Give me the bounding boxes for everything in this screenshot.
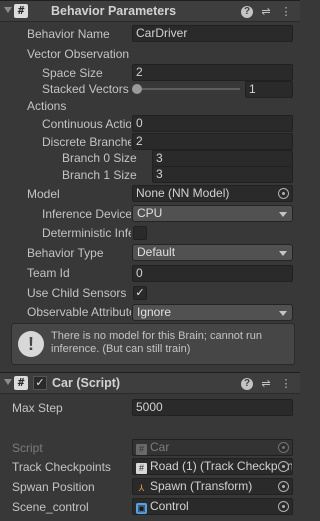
chevron-down-icon bbox=[279, 212, 287, 217]
scene-control-label: Scene_control bbox=[12, 500, 89, 514]
model-object-field[interactable]: None (NN Model) bbox=[132, 185, 293, 202]
hash-script-icon: # bbox=[14, 376, 28, 390]
continuous-actions-label: Continuous Actions bbox=[42, 117, 131, 131]
branch1-size-input[interactable]: 3 bbox=[152, 166, 293, 183]
use-child-sensors-label: Use Child Sensors bbox=[27, 286, 127, 300]
info-icon: ! bbox=[18, 331, 44, 357]
script-object-field: # Car bbox=[132, 439, 293, 456]
space-size-input[interactable]: 2 bbox=[132, 64, 293, 81]
branch1-size-label: Branch 1 Size bbox=[62, 168, 137, 182]
hash-script-icon: # bbox=[14, 4, 28, 18]
track-checkpoints-label: Track Checkpoints bbox=[12, 460, 111, 474]
deterministic-inference-checkbox[interactable] bbox=[133, 226, 147, 240]
behavior-name-label: Behavior Name bbox=[27, 27, 110, 41]
inference-device-dropdown[interactable]: CPU bbox=[132, 205, 293, 222]
model-label: Model bbox=[27, 187, 60, 201]
script-label: Script bbox=[12, 441, 43, 455]
component-title: Behavior Parameters bbox=[51, 4, 177, 18]
stacked-vectors-slider-thumb[interactable] bbox=[132, 84, 142, 94]
scene-control-object-field[interactable]: ▣ Control bbox=[132, 498, 293, 515]
behavior-type-dropdown[interactable]: Default bbox=[132, 244, 293, 261]
help-message: There is no model for this Brain; cannot… bbox=[51, 330, 262, 355]
help-icon[interactable]: ? bbox=[241, 378, 253, 390]
spawn-position-value: Spawn (Transform) bbox=[150, 479, 253, 493]
observable-attribute-value: Ignore bbox=[137, 305, 172, 319]
stacked-vectors-input[interactable]: 1 bbox=[245, 81, 293, 98]
discrete-branches-input[interactable]: 2 bbox=[132, 133, 293, 150]
kebab-menu-icon[interactable]: ⋮ bbox=[279, 377, 293, 391]
object-picker-icon[interactable] bbox=[278, 501, 289, 512]
object-picker-icon[interactable] bbox=[278, 188, 289, 199]
behavior-type-label: Behavior Type bbox=[27, 246, 104, 260]
foldout-arrow-icon[interactable] bbox=[4, 7, 12, 13]
observable-attribute-label: Observable Attribute Handling bbox=[27, 305, 131, 319]
object-picker-icon bbox=[278, 442, 289, 453]
inference-device-label: Inference Device bbox=[42, 207, 131, 221]
object-picker-icon[interactable] bbox=[278, 481, 289, 492]
spawn-position-object-field[interactable]: ⅄ Spawn (Transform) bbox=[132, 478, 293, 495]
gameobject-cube-icon: ▣ bbox=[136, 503, 147, 514]
help-icon[interactable]: ? bbox=[241, 6, 253, 18]
component-enabled-toggle[interactable]: ✓ bbox=[33, 376, 47, 390]
track-checkpoints-value: Road (1) (Track Checkpoints) bbox=[150, 459, 293, 473]
max-step-input[interactable]: 5000 bbox=[132, 399, 293, 416]
behavior-parameters-header[interactable]: # Behavior Parameters ? ⇌ ⋮ bbox=[0, 0, 300, 22]
foldout-arrow-icon[interactable] bbox=[4, 379, 12, 385]
track-checkpoints-object-field[interactable]: # Road (1) (Track Checkpoints) bbox=[132, 458, 293, 475]
actions-label: Actions bbox=[27, 99, 67, 113]
team-id-input[interactable]: 0 bbox=[132, 265, 293, 282]
scene-control-value: Control bbox=[150, 499, 189, 513]
behavior-name-input[interactable]: CarDriver bbox=[132, 25, 293, 42]
stacked-vectors-slider-track[interactable] bbox=[137, 88, 240, 90]
deterministic-inference-label: Deterministic Inference bbox=[42, 226, 131, 240]
script-value: Car bbox=[150, 440, 170, 454]
behavior-type-value: Default bbox=[137, 245, 176, 259]
chevron-down-icon bbox=[279, 251, 287, 256]
continuous-actions-input[interactable]: 0 bbox=[132, 115, 293, 132]
spawn-position-label: Spwan Position bbox=[12, 480, 95, 494]
component-title: Car (Script) bbox=[52, 376, 121, 390]
model-value: None (NN Model) bbox=[136, 186, 230, 200]
sliders-icon[interactable]: ⇌ bbox=[259, 5, 273, 19]
object-picker-icon[interactable] bbox=[278, 461, 289, 472]
inference-device-value: CPU bbox=[137, 206, 163, 220]
script-file-icon: # bbox=[136, 463, 147, 474]
script-file-icon: # bbox=[136, 444, 147, 455]
car-script-header[interactable]: # ✓ Car (Script) ? ⇌ ⋮ bbox=[0, 372, 300, 394]
kebab-menu-icon[interactable]: ⋮ bbox=[279, 5, 293, 19]
transform-axes-icon: ⅄ bbox=[138, 483, 145, 493]
model-warning-helpbox: ! There is no model for this Brain; cann… bbox=[11, 323, 295, 365]
observable-attribute-dropdown[interactable]: Ignore bbox=[132, 304, 293, 321]
team-id-label: Team Id bbox=[27, 266, 70, 280]
chevron-down-icon bbox=[279, 311, 287, 316]
vector-observation-label: Vector Observation bbox=[27, 47, 130, 61]
branch0-size-input[interactable]: 3 bbox=[152, 150, 293, 167]
max-step-label: Max Step bbox=[12, 401, 63, 415]
branch0-size-label: Branch 0 Size bbox=[62, 151, 137, 165]
use-child-sensors-checkbox[interactable]: ✓ bbox=[133, 286, 147, 300]
sliders-icon[interactable]: ⇌ bbox=[259, 377, 273, 391]
stacked-vectors-label: Stacked Vectors bbox=[42, 82, 129, 96]
